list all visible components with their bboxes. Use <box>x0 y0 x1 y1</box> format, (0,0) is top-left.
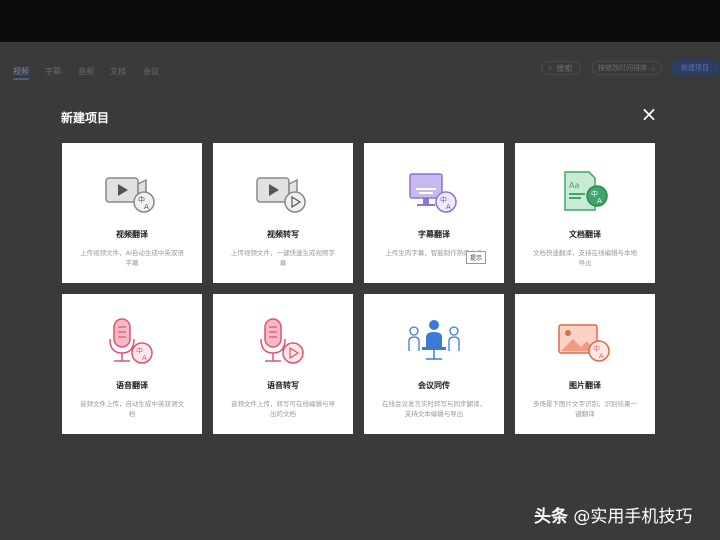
new-project-button[interactable]: 新建项目 <box>671 60 719 76</box>
card-title: 视频转写 <box>267 230 299 239</box>
tab-meeting[interactable]: 会议 <box>143 66 159 77</box>
card-video-transcribe[interactable]: 视频转写 上传视频文件，一键快速生成视频字幕 <box>213 143 353 283</box>
card-title: 字幕翻译 <box>418 230 450 239</box>
tooltip: 提示 <box>466 251 487 264</box>
watermark: 头条 @实用手机技巧 <box>534 502 692 527</box>
card-desc: 上传视频文件，AI自动生成中英双语字幕 <box>80 249 184 267</box>
watermark-handle: @实用手机技巧 <box>573 507 693 527</box>
subtitle-translate-icon: 中 A <box>409 173 457 213</box>
card-desc: 音频文件上传，转写可在线编辑与导出的文档 <box>231 400 335 418</box>
card-desc: 文档快速翻译，支持在线编辑与本地导出 <box>533 249 637 267</box>
tab-document[interactable]: 文档 <box>110 66 126 77</box>
sort-select[interactable]: 按修改时间排序 ⌄ <box>592 61 662 75</box>
svg-text:Aa: Aa <box>569 181 579 190</box>
card-title: 会议同传 <box>418 381 450 390</box>
tab-video[interactable]: 视频 <box>13 66 29 80</box>
video-transcribe-icon <box>256 177 306 213</box>
chevron-down-icon: ⌄ <box>650 64 656 72</box>
close-icon[interactable]: × <box>639 104 659 124</box>
card-desc: 上传视频文件，一键快速生成视频字幕 <box>231 249 335 267</box>
card-document-translate[interactable]: Aa 中 A 文档翻译 文档快速翻译，支持在线编辑与本地导出 <box>515 143 655 283</box>
svg-text:A: A <box>142 354 147 362</box>
card-desc: 音频文件上传，自动生成中英双语文档 <box>80 400 184 418</box>
search-icon: ⌕ <box>548 63 553 72</box>
document-translate-icon: Aa 中 A <box>564 171 608 211</box>
card-title: 文档翻译 <box>569 230 601 239</box>
modal-title: 新建项目 <box>61 111 110 125</box>
svg-text:A: A <box>599 352 604 360</box>
search-input[interactable]: ⌕ 搜索 <box>541 61 581 75</box>
card-image-translate[interactable]: 中 A 图片翻译 多场景下图片文字识别，识别结果一键翻译 <box>515 294 655 434</box>
audio-transcribe-icon <box>260 318 304 364</box>
card-meeting-interpret[interactable]: 会议同传 在线会议发言实时转写与同步翻译，支持文本编辑与导出 <box>364 294 504 434</box>
card-title: 语音翻译 <box>116 381 148 390</box>
svg-text:A: A <box>144 203 149 211</box>
svg-text:A: A <box>597 197 602 205</box>
audio-translate-icon: 中 A <box>109 318 153 364</box>
video-translate-icon: 中 A <box>105 177 155 213</box>
card-audio-transcribe[interactable]: 语音转写 音频文件上传，转写可在线编辑与导出的文档 <box>213 294 353 434</box>
card-desc: 在线会议发言实时转写与同步翻译，支持文本编辑与导出 <box>382 400 486 418</box>
card-title: 语音转写 <box>267 381 299 390</box>
card-video-translate[interactable]: 中 A 视频翻译 上传视频文件，AI自动生成中英双语字幕 <box>62 143 202 283</box>
svg-text:A: A <box>446 203 451 211</box>
image-translate-icon: 中 A <box>558 324 610 362</box>
card-audio-translate[interactable]: 中 A 语音翻译 音频文件上传，自动生成中英双语文档 <box>62 294 202 434</box>
tab-audio[interactable]: 音频 <box>78 66 94 77</box>
search-label: 搜索 <box>556 63 573 73</box>
top-bar <box>0 0 720 42</box>
card-desc: 多场景下图片文字识别，识别结果一键翻译 <box>533 400 637 418</box>
watermark-brand: 头条 <box>534 507 568 527</box>
tab-subtitle[interactable]: 字幕 <box>45 66 61 77</box>
card-title: 视频翻译 <box>116 230 148 239</box>
sort-label: 按修改时间排序 <box>598 64 648 72</box>
meeting-interpret-icon <box>408 320 460 360</box>
card-title: 图片翻译 <box>569 381 601 390</box>
